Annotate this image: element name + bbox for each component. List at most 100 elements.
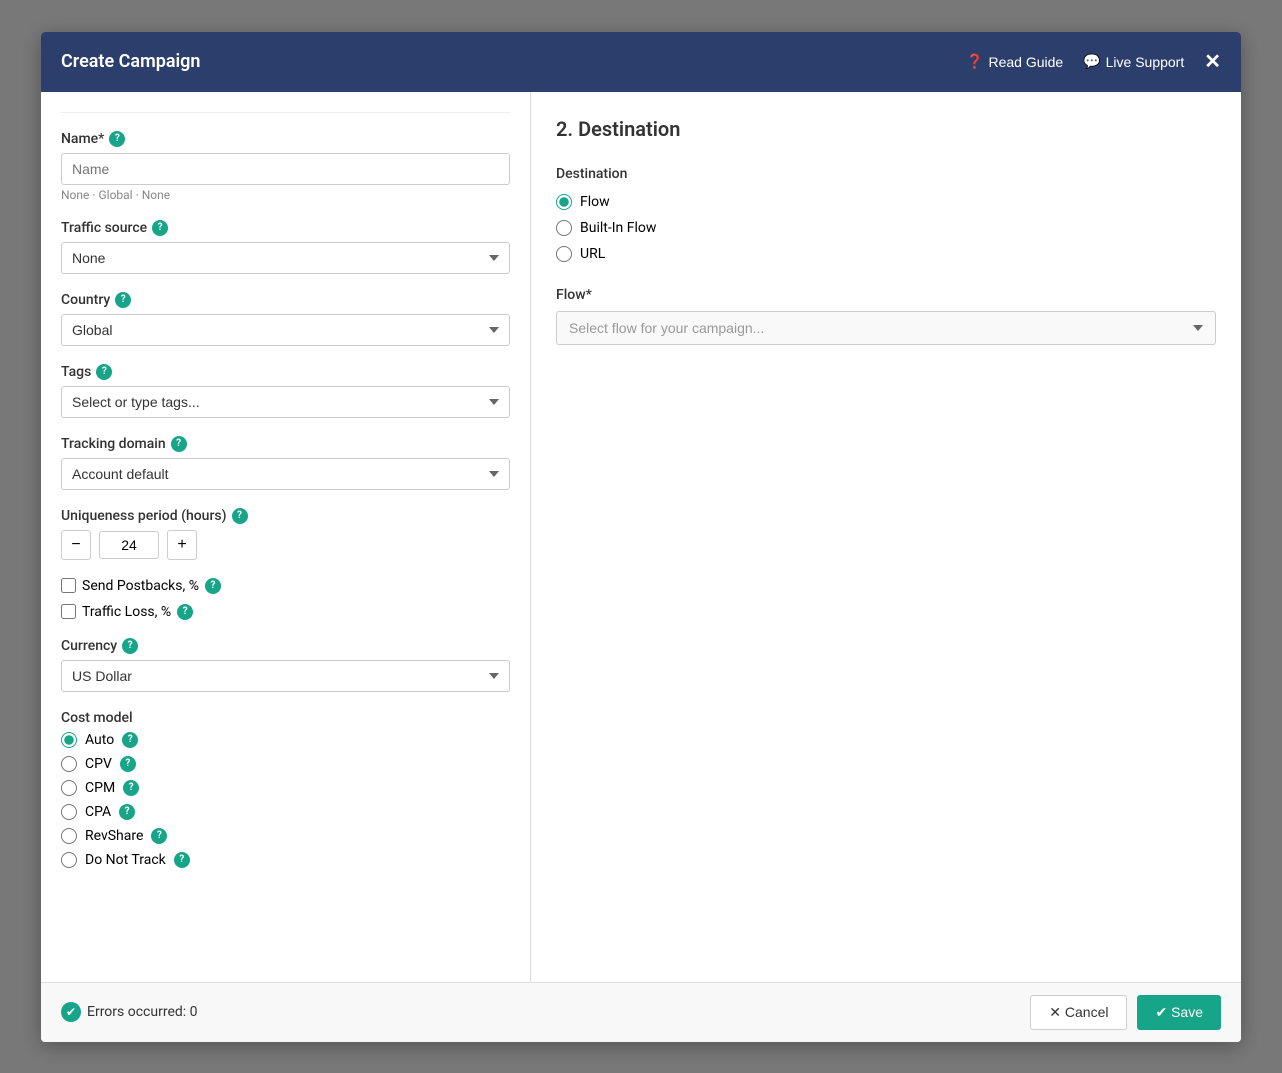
cpm-help-icon[interactable]: ? xyxy=(123,780,139,796)
uniqueness-input[interactable] xyxy=(99,531,159,559)
name-group: Name* ? None · Global · None xyxy=(61,131,510,202)
cost-model-cpv-radio[interactable] xyxy=(61,756,77,772)
tags-group: Tags ? Select or type tags... xyxy=(61,364,510,418)
save-button[interactable]: ✔ Save xyxy=(1137,995,1221,1030)
currency-label: Currency ? xyxy=(61,638,510,654)
send-postbacks-row: Send Postbacks, % ? xyxy=(61,578,510,594)
destination-builtin-radio[interactable] xyxy=(556,220,572,236)
uniqueness-label: Uniqueness period (hours) ? xyxy=(61,508,510,524)
cost-model-cpm-row[interactable]: CPM ? xyxy=(61,780,510,796)
traffic-source-help-icon[interactable]: ? xyxy=(152,220,168,236)
tracking-domain-select[interactable]: Account default xyxy=(61,458,510,490)
modal-body: Name* ? None · Global · None Traffic sou… xyxy=(41,92,1241,982)
check-icon: ✔ xyxy=(61,1002,81,1022)
tags-help-icon[interactable]: ? xyxy=(96,364,112,380)
cost-model-auto-row[interactable]: Auto ? xyxy=(61,732,510,748)
left-panel: Name* ? None · Global · None Traffic sou… xyxy=(41,92,531,982)
cost-model-donottrack-label: Do Not Track xyxy=(85,852,166,868)
cost-model-donottrack-radio[interactable] xyxy=(61,852,77,868)
tracking-domain-group: Tracking domain ? Account default xyxy=(61,436,510,490)
cost-model-cpv-row[interactable]: CPV ? xyxy=(61,756,510,772)
traffic-source-select[interactable]: None xyxy=(61,242,510,274)
destination-label: Destination xyxy=(556,166,1216,182)
uniqueness-decrement-button[interactable]: − xyxy=(61,530,91,560)
destination-url-radio[interactable] xyxy=(556,246,572,262)
cost-model-auto-radio[interactable] xyxy=(61,732,77,748)
country-label: Country ? xyxy=(61,292,510,308)
traffic-loss-row: Traffic Loss, % ? xyxy=(61,604,510,620)
country-group: Country ? Global xyxy=(61,292,510,346)
flow-select[interactable]: Select flow for your campaign... xyxy=(556,311,1216,345)
send-postbacks-help-icon[interactable]: ? xyxy=(205,578,221,594)
footer-actions: ✕ Cancel ✔ Save xyxy=(1030,995,1221,1030)
send-postbacks-label[interactable]: Send Postbacks, % xyxy=(82,578,199,594)
cost-model-cpa-radio[interactable] xyxy=(61,804,77,820)
cost-model-label: Cost model xyxy=(61,710,510,726)
header-actions: ❓ Read Guide 💬 Live Support ✕ xyxy=(966,52,1221,72)
cancel-button[interactable]: ✕ Cancel xyxy=(1030,995,1127,1030)
currency-select[interactable]: US Dollar xyxy=(61,660,510,692)
uniqueness-row: − + xyxy=(61,530,510,560)
modal: Create Campaign ❓ Read Guide 💬 Live Supp… xyxy=(41,32,1241,1042)
cost-model-group: Cost model Auto ? CPV ? xyxy=(61,710,510,868)
destination-flow-label: Flow xyxy=(580,194,610,210)
currency-help-icon[interactable]: ? xyxy=(122,638,138,654)
tracking-domain-label: Tracking domain ? xyxy=(61,436,510,452)
cost-model-revshare-radio[interactable] xyxy=(61,828,77,844)
cost-model-cpa-row[interactable]: CPA ? xyxy=(61,804,510,820)
destination-url-label: URL xyxy=(580,246,605,262)
traffic-loss-help-icon[interactable]: ? xyxy=(177,604,193,620)
uniqueness-group: Uniqueness period (hours) ? − + xyxy=(61,508,510,560)
modal-footer: ✔ Errors occurred: 0 ✕ Cancel ✔ Save xyxy=(41,982,1241,1042)
destination-builtin-row[interactable]: Built-In Flow xyxy=(556,220,1216,236)
read-guide-button[interactable]: ❓ Read Guide xyxy=(966,53,1063,70)
modal-header: Create Campaign ❓ Read Guide 💬 Live Supp… xyxy=(41,32,1241,92)
modal-title: Create Campaign xyxy=(61,51,200,72)
cost-model-radio-group: Auto ? CPV ? CPM ? xyxy=(61,732,510,868)
name-label: Name* ? xyxy=(61,131,510,147)
cpa-help-icon[interactable]: ? xyxy=(119,804,135,820)
currency-group: Currency ? US Dollar xyxy=(61,638,510,692)
name-help-icon[interactable]: ? xyxy=(109,131,125,147)
revshare-help-icon[interactable]: ? xyxy=(151,828,167,844)
country-help-icon[interactable]: ? xyxy=(115,292,131,308)
cost-model-donottrack-row[interactable]: Do Not Track ? xyxy=(61,852,510,868)
traffic-loss-label[interactable]: Traffic Loss, % xyxy=(82,604,171,620)
cost-model-cpv-label: CPV xyxy=(85,756,112,772)
live-support-button[interactable]: 💬 Live Support xyxy=(1083,53,1184,70)
cost-model-auto-label: Auto xyxy=(85,732,114,748)
close-button[interactable]: ✕ xyxy=(1204,52,1221,72)
section-title: 2. Destination xyxy=(556,117,1216,141)
destination-flow-radio[interactable] xyxy=(556,194,572,210)
name-input[interactable] xyxy=(61,153,510,185)
flow-label: Flow* xyxy=(556,287,1216,303)
cost-model-cpm-label: CPM xyxy=(85,780,115,796)
cost-model-revshare-label: RevShare xyxy=(85,828,143,844)
auto-help-icon[interactable]: ? xyxy=(122,732,138,748)
uniqueness-increment-button[interactable]: + xyxy=(167,530,197,560)
cost-model-revshare-row[interactable]: RevShare ? xyxy=(61,828,510,844)
tags-select[interactable]: Select or type tags... xyxy=(61,386,510,418)
send-postbacks-checkbox[interactable] xyxy=(61,578,76,593)
question-circle-icon: ❓ xyxy=(966,53,983,70)
modal-overlay: Create Campaign ❓ Read Guide 💬 Live Supp… xyxy=(0,0,1282,1073)
uniqueness-help-icon[interactable]: ? xyxy=(232,508,248,524)
chat-icon: 💬 xyxy=(1083,53,1100,70)
errors-label: Errors occurred: 0 xyxy=(87,1004,198,1020)
destination-radio-group: Flow Built-In Flow URL xyxy=(556,194,1216,262)
right-panel: 2. Destination Destination Flow Built-In… xyxy=(531,92,1241,982)
traffic-source-label: Traffic source ? xyxy=(61,220,510,236)
send-postbacks-group: Send Postbacks, % ? Traffic Loss, % ? xyxy=(61,578,510,620)
destination-builtin-label: Built-In Flow xyxy=(580,220,656,236)
tags-label: Tags ? xyxy=(61,364,510,380)
cost-model-cpm-radio[interactable] xyxy=(61,780,77,796)
country-select[interactable]: Global xyxy=(61,314,510,346)
cost-model-cpa-label: CPA xyxy=(85,804,111,820)
donottrack-help-icon[interactable]: ? xyxy=(174,852,190,868)
destination-flow-row[interactable]: Flow xyxy=(556,194,1216,210)
cpv-help-icon[interactable]: ? xyxy=(120,756,136,772)
traffic-loss-checkbox[interactable] xyxy=(61,604,76,619)
destination-url-row[interactable]: URL xyxy=(556,246,1216,262)
tracking-domain-help-icon[interactable]: ? xyxy=(171,436,187,452)
breadcrumb: None · Global · None xyxy=(61,188,510,202)
